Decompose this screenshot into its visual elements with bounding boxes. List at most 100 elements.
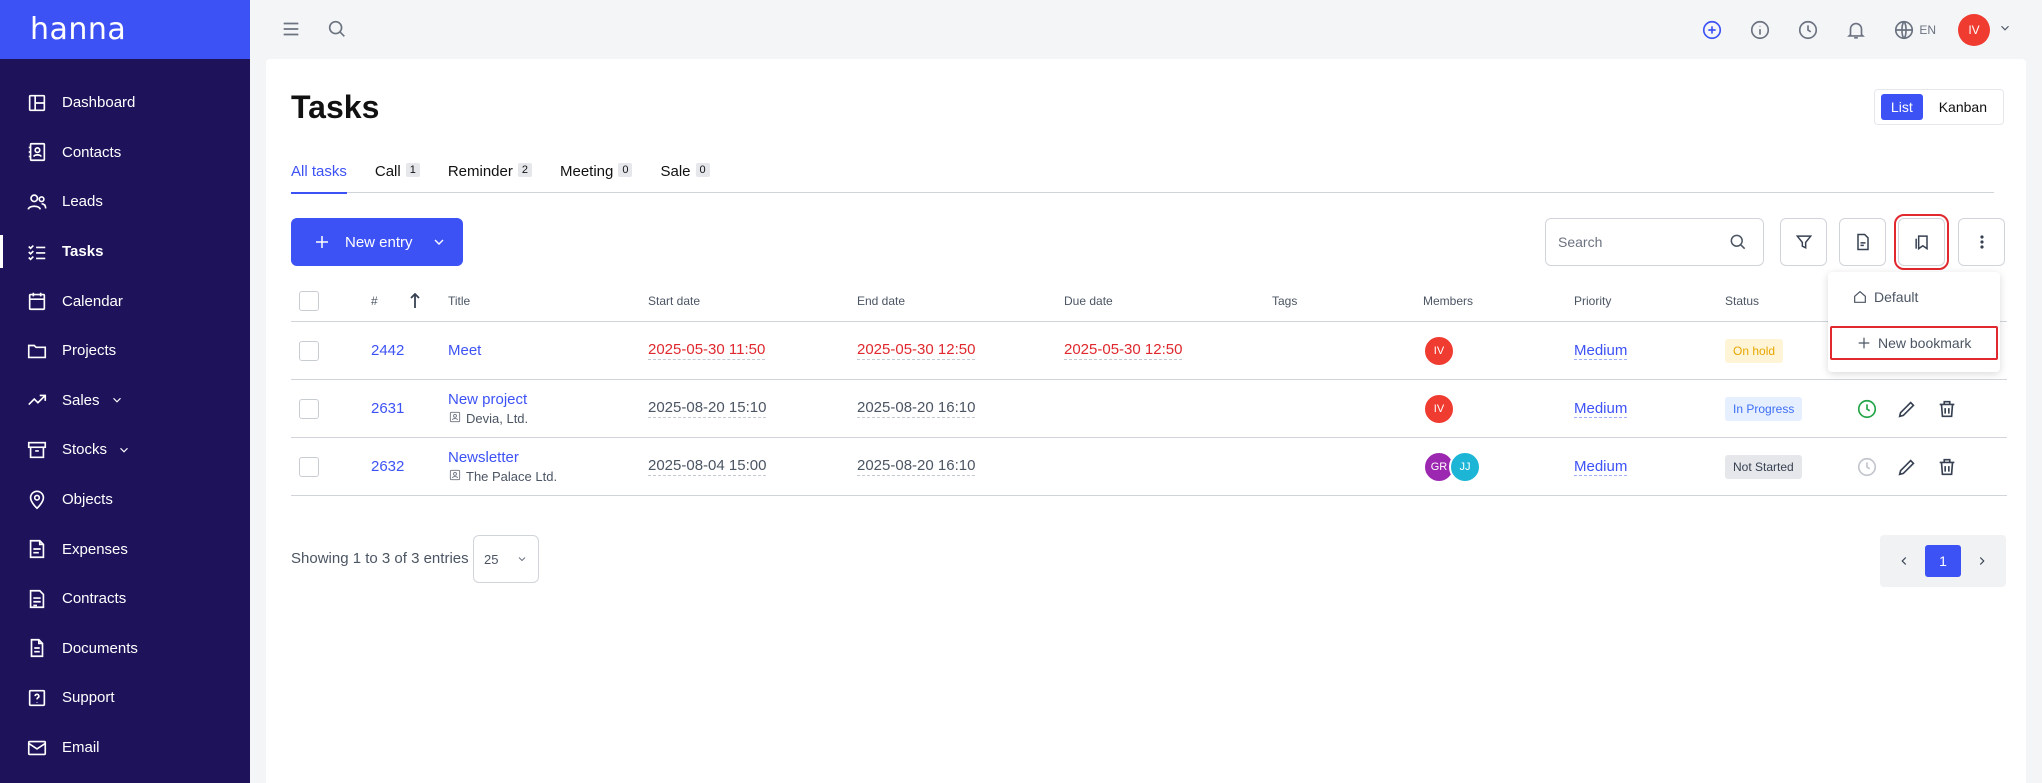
- start-date[interactable]: 2025-05-30 11:50: [648, 341, 766, 360]
- status-badge[interactable]: In Progress: [1725, 396, 1803, 421]
- end-date[interactable]: 2025-08-20 16:10: [857, 399, 976, 418]
- view-toggle: List Kanban: [1873, 89, 2004, 125]
- tab-call[interactable]: Call 1: [375, 163, 420, 193]
- task-company: Devia, Ltd.: [448, 410, 528, 427]
- leads-icon: [26, 191, 48, 213]
- search-icon[interactable]: [324, 16, 350, 42]
- member-avatar[interactable]: IV: [1423, 392, 1455, 425]
- table-row[interactable]: 2442 Meet 2025-05-30 11:50 2025-05-30 12:50…: [291, 322, 2007, 380]
- select-all-checkbox[interactable]: [299, 290, 319, 311]
- start-date[interactable]: 2025-08-04 15:00: [648, 457, 767, 476]
- sidebar-item-dashboard[interactable]: Dashboard: [0, 78, 250, 128]
- new-bookmark-item[interactable]: New bookmark: [1830, 326, 1998, 360]
- clock-icon[interactable]: [1856, 398, 1878, 420]
- menu-icon[interactable]: [278, 16, 304, 42]
- column-start-date[interactable]: Start date: [648, 280, 700, 321]
- sidebar-item-contacts[interactable]: Contacts: [0, 128, 250, 178]
- calendar-icon: [26, 290, 48, 312]
- row-actions: [1856, 380, 1958, 437]
- sidebar-item-sales[interactable]: Sales: [0, 376, 250, 426]
- filter-button[interactable]: [1780, 218, 1827, 266]
- sidebar-item-contracts[interactable]: Contracts: [0, 574, 250, 624]
- row-checkbox[interactable]: [299, 456, 319, 477]
- user-menu[interactable]: IV: [1958, 14, 2012, 46]
- company-name[interactable]: Devia, Ltd.: [466, 411, 528, 426]
- trash-icon[interactable]: [1936, 398, 1958, 420]
- table-row[interactable]: 2631 New project Devia, Ltd. 2025-08-20 15:…: [291, 380, 2007, 438]
- user-avatar[interactable]: IV: [1958, 14, 1990, 46]
- row-checkbox[interactable]: [299, 340, 319, 361]
- clock-icon[interactable]: [1795, 17, 1821, 43]
- due-date[interactable]: 2025-05-30 12:50: [1064, 341, 1183, 360]
- task-title-link[interactable]: New project: [448, 391, 527, 408]
- sidebar-item-leads[interactable]: Leads: [0, 177, 250, 227]
- column-status[interactable]: Status: [1725, 280, 1759, 321]
- sidebar-item-calendar[interactable]: Calendar: [0, 276, 250, 326]
- task-id-link[interactable]: 2442: [371, 342, 404, 359]
- next-page-button[interactable]: [1972, 551, 1992, 571]
- end-date[interactable]: 2025-05-30 12:50: [857, 341, 976, 360]
- member-avatar[interactable]: JJ: [1449, 450, 1481, 483]
- chevron-down-icon[interactable]: [431, 234, 447, 250]
- clock-icon[interactable]: [1856, 456, 1878, 478]
- tasks-table: # Title Start date End date Due date Tag…: [291, 280, 2007, 496]
- task-id-link[interactable]: 2631: [371, 400, 404, 417]
- priority-value[interactable]: Medium: [1574, 458, 1628, 476]
- export-button[interactable]: [1839, 218, 1886, 266]
- page-1-button[interactable]: 1: [1925, 545, 1961, 577]
- edit-icon[interactable]: [1896, 398, 1918, 420]
- column-id[interactable]: #: [371, 280, 378, 321]
- sort-arrow-up-icon[interactable]: [408, 280, 422, 321]
- table-row[interactable]: 2632 Newsletter The Palace Ltd. 2025-08-04 …: [291, 438, 2007, 496]
- sidebar-item-stocks[interactable]: Stocks: [0, 425, 250, 475]
- column-priority[interactable]: Priority: [1574, 280, 1611, 321]
- trash-icon[interactable]: [1936, 456, 1958, 478]
- column-title[interactable]: Title: [448, 280, 470, 321]
- sidebar-item-objects[interactable]: Objects: [0, 475, 250, 525]
- member-avatar[interactable]: IV: [1423, 334, 1455, 367]
- info-icon[interactable]: [1747, 17, 1773, 43]
- view-list-button[interactable]: List: [1880, 94, 1923, 120]
- column-end-date[interactable]: End date: [857, 280, 905, 321]
- view-kanban-button[interactable]: Kanban: [1929, 94, 1997, 120]
- sidebar-item-expenses[interactable]: Expenses: [0, 524, 250, 574]
- sidebar-item-documents[interactable]: Documents: [0, 624, 250, 674]
- column-tags[interactable]: Tags: [1272, 280, 1297, 321]
- entries-summary: Showing 1 to 3 of 3 entries: [291, 550, 469, 567]
- tab-meeting[interactable]: Meeting 0: [560, 163, 633, 193]
- language-switcher[interactable]: EN: [1891, 17, 1936, 43]
- add-circle-icon[interactable]: [1699, 17, 1725, 43]
- tab-all-tasks[interactable]: All tasks: [291, 163, 347, 194]
- row-checkbox[interactable]: [299, 398, 319, 419]
- tab-sale[interactable]: Sale 0: [660, 163, 710, 193]
- search-input[interactable]: [1558, 234, 1728, 250]
- bookmark-button[interactable]: [1894, 214, 1949, 270]
- tab-reminder[interactable]: Reminder 2: [448, 163, 532, 193]
- sidebar-item-support[interactable]: Support: [0, 673, 250, 723]
- prev-page-button[interactable]: [1894, 551, 1914, 571]
- sidebar-item-tasks[interactable]: Tasks: [0, 227, 250, 277]
- new-entry-button[interactable]: New entry: [291, 218, 463, 266]
- more-options-button[interactable]: [1958, 218, 2005, 266]
- column-due-date[interactable]: Due date: [1064, 280, 1113, 321]
- priority-value[interactable]: Medium: [1574, 400, 1628, 418]
- status-badge[interactable]: Not Started: [1725, 454, 1802, 479]
- priority-value[interactable]: Medium: [1574, 342, 1628, 360]
- start-date[interactable]: 2025-08-20 15:10: [648, 399, 767, 418]
- sidebar-item-projects[interactable]: Projects: [0, 326, 250, 376]
- task-title-link[interactable]: Meet: [448, 342, 481, 359]
- status-badge[interactable]: On hold: [1725, 338, 1784, 363]
- company-name[interactable]: The Palace Ltd.: [466, 469, 557, 484]
- chevron-down-icon[interactable]: [1998, 21, 2012, 40]
- app-logo[interactable]: hanna: [30, 12, 126, 47]
- search-icon[interactable]: [1728, 232, 1748, 252]
- end-date[interactable]: 2025-08-20 16:10: [857, 457, 976, 476]
- task-id-link[interactable]: 2632: [371, 458, 404, 475]
- bookmark-default-item[interactable]: Default: [1828, 280, 2000, 314]
- sidebar-item-email[interactable]: Email: [0, 723, 250, 773]
- column-members[interactable]: Members: [1423, 280, 1473, 321]
- bell-icon[interactable]: [1843, 17, 1869, 43]
- task-title-link[interactable]: Newsletter: [448, 449, 519, 466]
- page-size-select[interactable]: 25: [473, 535, 539, 583]
- edit-icon[interactable]: [1896, 456, 1918, 478]
